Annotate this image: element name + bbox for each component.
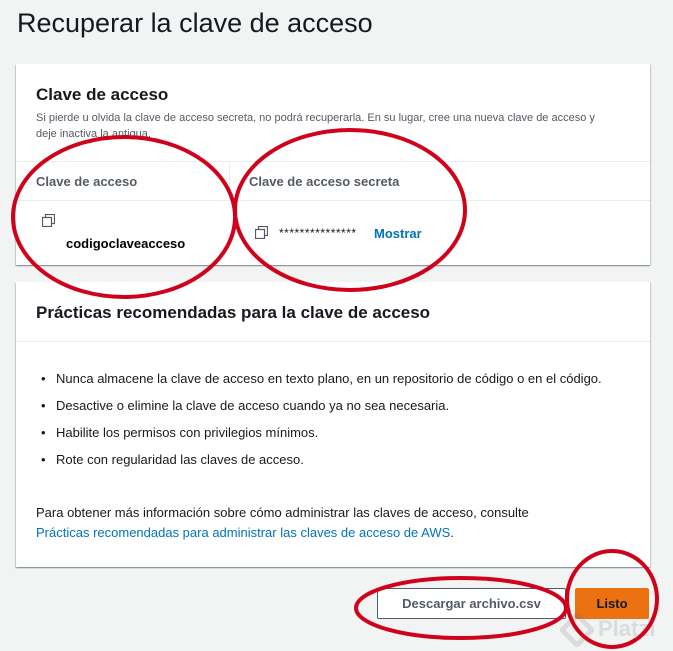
copy-icon[interactable] (42, 214, 55, 227)
best-practices-link[interactable]: Prácticas recomendadas para administrar … (36, 525, 450, 540)
bullet-icon: • (41, 398, 46, 413)
practices-header-divider (16, 341, 650, 342)
bullet-icon: • (41, 371, 46, 386)
copy-icon[interactable] (255, 226, 268, 239)
column-divider (229, 161, 230, 201)
row-divider (16, 200, 650, 201)
access-key-column-header: Clave de acceso (36, 174, 138, 189)
list-item: • Rote con regularidad las claves de acce… (36, 449, 616, 470)
access-key-card: Clave de acceso Si pierde u olvida la cl… (16, 64, 650, 265)
header-divider (16, 161, 650, 162)
platzi-logo-icon (560, 613, 594, 647)
bullet-icon: • (41, 425, 46, 440)
access-key-card-description: Si pierde u olvida la clave de acceso se… (36, 112, 595, 140)
list-item: • Desactive o elimine la clave de acceso … (36, 395, 616, 416)
watermark-text: Platzi (598, 616, 656, 641)
secret-key-column-header: Clave de acceso secreta (249, 174, 400, 189)
list-item: • Nunca almacene la clave de acceso en te… (36, 368, 616, 389)
platzi-watermark: Platzi (560, 612, 670, 648)
list-item: • Habilite los permisos con privilegios m… (36, 422, 616, 443)
practices-list: • Nunca almacene la clave de acceso en te… (36, 368, 616, 476)
page-title: Recuperar la clave de acceso (17, 8, 373, 38)
more-info-text: Para obtener más información sobre cómo … (36, 505, 529, 540)
show-secret-link[interactable]: Mostrar (374, 226, 422, 241)
bullet-icon: • (41, 452, 46, 467)
download-csv-button[interactable]: Descargar archivo.csv (377, 588, 566, 619)
practices-card: Prácticas recomendadas para la clave de … (16, 282, 650, 567)
access-key-card-title: Clave de acceso (36, 85, 169, 104)
practices-card-title: Prácticas recomendadas para la clave de … (36, 303, 431, 322)
access-key-value: codigoclaveacceso (66, 236, 186, 251)
secret-key-masked-value: *************** (279, 226, 357, 240)
